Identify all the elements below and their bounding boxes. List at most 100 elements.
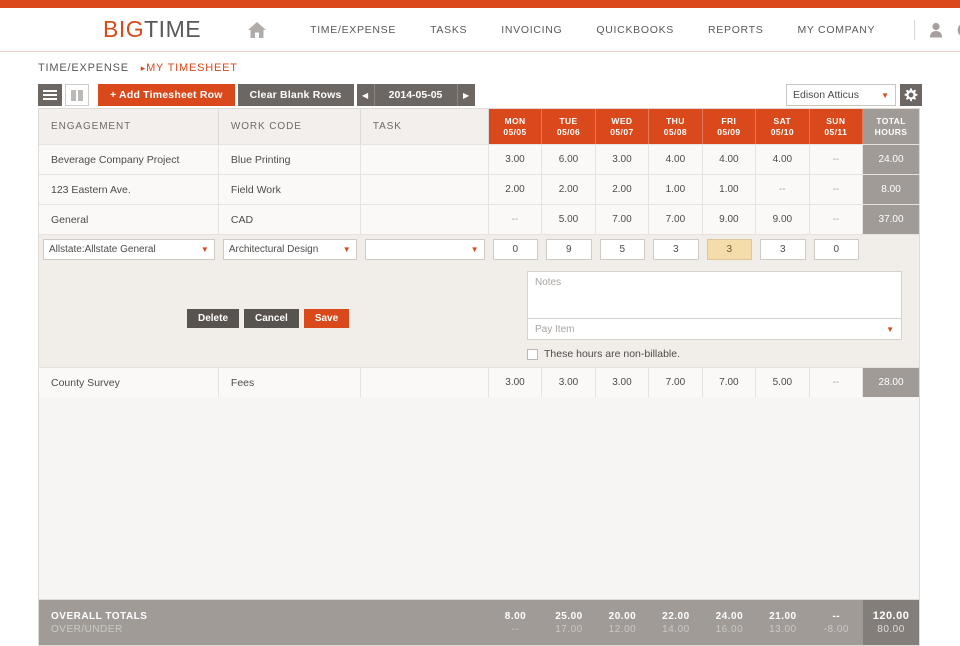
breadcrumb-parent[interactable]: TIME/EXPENSE: [38, 62, 129, 74]
table-row[interactable]: 123 Eastern Ave. Field Work 2.00 2.00 2.…: [39, 174, 920, 204]
prev-week-button[interactable]: ◀: [356, 84, 375, 106]
cell-total-hours: 28.00: [863, 368, 920, 397]
cell-hours-fri[interactable]: 7.00: [703, 368, 757, 397]
cell-task[interactable]: [361, 145, 489, 174]
clear-blank-rows-button[interactable]: Clear Blank Rows: [237, 84, 354, 106]
edit-hours-wed[interactable]: 5: [599, 239, 646, 260]
cell-hours-thu[interactable]: 7.00: [649, 205, 703, 234]
cell-hours-tue[interactable]: 2.00: [542, 175, 596, 204]
cell-engagement[interactable]: County Survey: [39, 368, 219, 397]
cell-work-code[interactable]: Blue Printing: [219, 145, 361, 174]
cell-hours-fri[interactable]: 9.00: [703, 205, 757, 234]
edit-hours-tue[interactable]: 9: [546, 239, 592, 260]
total-label-line1: TOTAL: [876, 115, 906, 126]
delete-button[interactable]: Delete: [187, 309, 240, 328]
cell-hours-fri[interactable]: 4.00: [703, 145, 757, 174]
nav-item-quickbooks[interactable]: QUICKBOOKS: [579, 24, 691, 36]
task-dropdown[interactable]: ▼: [364, 239, 485, 260]
nav-item-reports[interactable]: REPORTS: [691, 24, 780, 36]
column-header-day-sun: SUN 05/11: [809, 109, 864, 144]
user-icon[interactable]: [929, 22, 943, 38]
cell-hours-sat[interactable]: --: [756, 175, 810, 204]
next-week-button[interactable]: ▶: [456, 84, 475, 106]
cell-hours-sun[interactable]: --: [810, 368, 864, 397]
column-header-day-fri: FRI 05/09: [702, 109, 757, 144]
edit-hours-mon[interactable]: 0: [492, 239, 539, 260]
edit-work-code-select[interactable]: Architectural Design ▼: [219, 235, 361, 264]
cell-hours-sat[interactable]: 5.00: [756, 368, 810, 397]
pay-item-value: Pay Item: [535, 323, 575, 335]
cell-hours-sat[interactable]: 4.00: [756, 145, 810, 174]
cell-task[interactable]: [361, 175, 489, 204]
list-view-bar: [43, 98, 57, 100]
brand-logo[interactable]: BIGTIME: [103, 16, 201, 43]
cancel-button[interactable]: Cancel: [244, 309, 299, 328]
footer-total-value: 25.00: [555, 610, 583, 622]
day-name: FRI: [721, 115, 737, 126]
cell-engagement[interactable]: General: [39, 205, 219, 234]
footer-total-fri: 24.00 16.00: [703, 600, 756, 645]
cell-work-code[interactable]: Field Work: [219, 175, 361, 204]
edit-engagement-select[interactable]: Allstate:Allstate General ▼: [39, 235, 219, 264]
add-timesheet-row-button[interactable]: + Add Timesheet Row: [98, 84, 235, 106]
cell-hours-wed[interactable]: 2.00: [596, 175, 650, 204]
column-header-task: TASK: [360, 109, 489, 144]
cell-hours-tue[interactable]: 6.00: [542, 145, 596, 174]
cell-hours-thu[interactable]: 7.00: [649, 368, 703, 397]
cell-hours-mon[interactable]: 2.00: [489, 175, 543, 204]
cell-hours-wed[interactable]: 3.00: [596, 368, 650, 397]
cell-hours-wed[interactable]: 7.00: [596, 205, 650, 234]
cell-hours-thu[interactable]: 1.00: [649, 175, 703, 204]
table-row[interactable]: General CAD -- 5.00 7.00 7.00 9.00 9.00 …: [39, 204, 920, 234]
nav-item-tasks[interactable]: TASKS: [413, 24, 484, 36]
day-date: 05/09: [717, 126, 741, 137]
edit-hours-fri[interactable]: 3: [706, 239, 753, 260]
cell-hours-sun[interactable]: --: [810, 175, 864, 204]
cell-work-code[interactable]: CAD: [219, 205, 361, 234]
chevron-down-icon: ▼: [886, 324, 894, 334]
save-button[interactable]: Save: [303, 309, 350, 328]
cell-hours-mon[interactable]: --: [489, 205, 543, 234]
footer-overunder-value: 16.00: [715, 623, 744, 635]
edit-task-select[interactable]: ▼: [361, 235, 489, 264]
cell-hours-fri[interactable]: 1.00: [703, 175, 757, 204]
cell-hours-sun[interactable]: --: [810, 205, 864, 234]
cell-hours-mon[interactable]: 3.00: [489, 368, 543, 397]
grid-view-icon[interactable]: [65, 84, 89, 106]
current-week-date[interactable]: 2014-05-05: [374, 84, 457, 106]
cell-hours-wed[interactable]: 3.00: [596, 145, 650, 174]
cell-task[interactable]: [361, 368, 489, 397]
chevron-down-icon: ▼: [342, 245, 351, 254]
edit-hours-sun[interactable]: 0: [813, 239, 860, 260]
edit-hours-sat-wrap: 3: [756, 235, 810, 264]
cell-engagement[interactable]: Beverage Company Project: [39, 145, 219, 174]
cell-hours-thu[interactable]: 4.00: [649, 145, 703, 174]
edit-hours-thu[interactable]: 3: [653, 239, 699, 260]
nav-item-invoicing[interactable]: INVOICING: [484, 24, 579, 36]
pay-item-dropdown[interactable]: Pay Item ▼: [527, 319, 902, 340]
cell-hours-sat[interactable]: 9.00: [756, 205, 810, 234]
work-code-dropdown[interactable]: Architectural Design ▼: [222, 239, 357, 260]
engagement-dropdown[interactable]: Allstate:Allstate General ▼: [43, 239, 215, 260]
table-row[interactable]: Beverage Company Project Blue Printing 3…: [39, 144, 920, 174]
footer-total-sun: -- -8.00: [810, 600, 863, 645]
notes-input[interactable]: Notes: [527, 271, 902, 319]
cell-work-code[interactable]: Fees: [219, 368, 361, 397]
nav-item-time-expense[interactable]: TIME/EXPENSE: [293, 24, 413, 36]
cell-hours-tue[interactable]: 3.00: [542, 368, 596, 397]
cell-hours-tue[interactable]: 5.00: [542, 205, 596, 234]
edit-hours-sat[interactable]: 3: [760, 239, 806, 260]
list-view-icon[interactable]: [38, 84, 62, 106]
gear-icon[interactable]: [900, 84, 922, 106]
day-date: 05/05: [503, 126, 527, 137]
home-icon[interactable]: [247, 21, 267, 39]
table-row[interactable]: County Survey Fees 3.00 3.00 3.00 7.00 7…: [39, 367, 920, 397]
non-billable-checkbox[interactable]: [527, 348, 538, 360]
cell-task[interactable]: [361, 205, 489, 234]
cell-hours-sun[interactable]: --: [810, 145, 864, 174]
user-select[interactable]: Edison Atticus ▼: [786, 84, 896, 106]
footer-total-wed: 20.00 12.00: [596, 600, 649, 645]
cell-engagement[interactable]: 123 Eastern Ave.: [39, 175, 219, 204]
cell-hours-mon[interactable]: 3.00: [489, 145, 543, 174]
nav-item-my-company[interactable]: MY COMPANY: [780, 24, 892, 36]
